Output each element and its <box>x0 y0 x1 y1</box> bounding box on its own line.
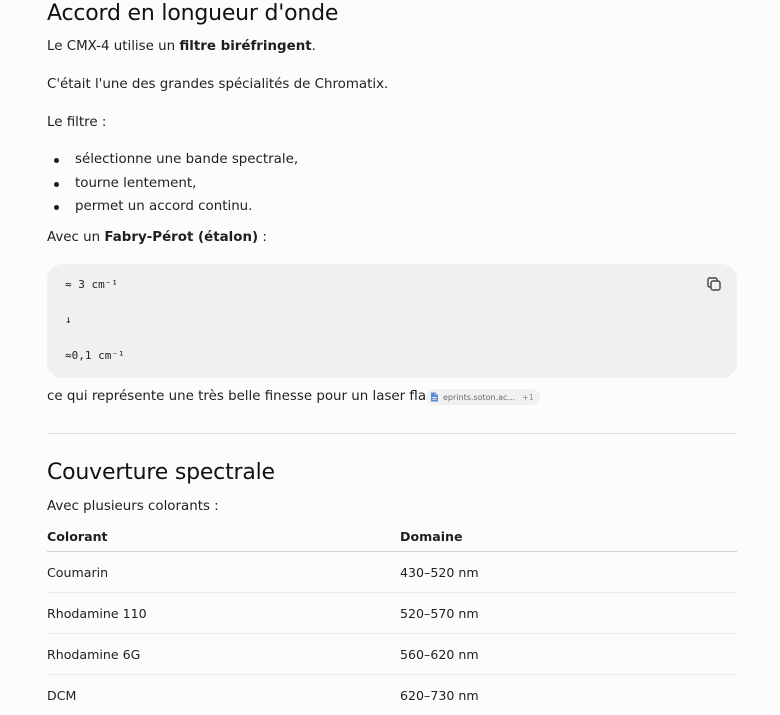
paragraph-finesse: ce qui représente une très belle finesse… <box>47 389 446 404</box>
list-item: sélectionne une bande spectrale, <box>47 150 298 174</box>
source-citation-chip[interactable]: eprints.soton.ac... +1 <box>426 389 540 405</box>
dye-table: Colorant Domaine Coumarin 430–520 nm Rho… <box>47 522 737 715</box>
table-cell: 520–570 nm <box>400 592 737 634</box>
paragraph-text: . <box>311 39 316 54</box>
table-cell: 620–730 nm <box>400 687 479 703</box>
code-line: ≈ 3 cm⁻¹ <box>65 278 118 291</box>
section-heading-spectral-coverage: Couverture spectrale <box>47 460 275 485</box>
paragraph-fabry-perot: Avec un Fabry-Pérot (étalon) : <box>47 228 267 248</box>
source-extra-count: +1 <box>522 392 534 402</box>
copy-icon <box>707 277 721 291</box>
table-cell: 430–520 nm <box>400 551 737 593</box>
list-item: tourne lentement, <box>47 174 298 198</box>
paragraph-text: Avec un <box>47 230 105 245</box>
paragraph-filter-label: Le filtre : <box>47 115 107 130</box>
paragraph-text: Le CMX-4 utilise un <box>47 39 180 54</box>
code-block: ≈ 3 cm⁻¹ ↓ ≈0,1 cm⁻¹ <box>47 264 737 378</box>
table-row: Rhodamine 6G 560–620 nm <box>47 633 737 675</box>
paragraph-dyes-intro: Avec plusieurs colorants : <box>47 499 219 514</box>
source-label: eprints.soton.ac... <box>443 392 516 402</box>
code-line: ≈0,1 cm⁻¹ <box>65 349 125 362</box>
paragraph-text: : <box>258 230 267 245</box>
table-row: DCM 620–730 nm <box>47 675 737 715</box>
table-cell: DCM <box>47 687 77 703</box>
table-header-row: Colorant Domaine <box>47 522 737 552</box>
document-icon <box>431 392 438 402</box>
section-heading-wavelength-tuning: Accord en longueur d'onde <box>47 1 339 26</box>
copy-code-button[interactable] <box>705 275 723 293</box>
paragraph-filter-intro: Le CMX-4 utilise un filtre biréfringent. <box>47 37 316 57</box>
column-header-domaine: Domaine <box>400 522 737 552</box>
section-divider <box>47 433 737 434</box>
table-cell: Rhodamine 6G <box>47 633 400 675</box>
bullet-list: sélectionne une bande spectrale, tourne … <box>47 150 298 221</box>
table-cell: Rhodamine 110 <box>47 592 400 634</box>
table-row: Rhodamine 110 520–570 nm <box>47 592 737 634</box>
column-header-colorant: Colorant <box>47 522 400 552</box>
list-item: permet un accord continu. <box>47 197 298 221</box>
table-cell: 560–620 nm <box>400 633 737 675</box>
table-row: Coumarin 430–520 nm <box>47 551 737 593</box>
paragraph-chromatix: C'était l'une des grandes spécialités de… <box>47 77 389 92</box>
table-cell: Coumarin <box>47 551 400 593</box>
bold-text: Fabry-Pérot (étalon) <box>104 230 259 245</box>
bold-text: filtre biréfringent <box>179 39 312 54</box>
code-line: ↓ <box>65 313 72 326</box>
